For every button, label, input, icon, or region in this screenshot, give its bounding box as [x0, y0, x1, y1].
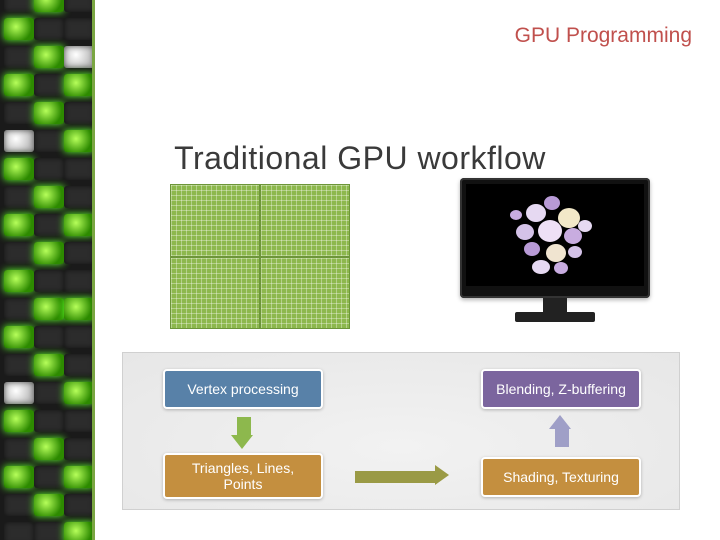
- box-label: Triangles, Lines, Points: [192, 460, 294, 492]
- core-block: [260, 257, 350, 330]
- box-vertex-processing: Vertex processing: [163, 369, 323, 409]
- slide: GPU Programming Traditional GPU workflow: [0, 0, 720, 540]
- monitor-base: [515, 312, 595, 322]
- core-block: [170, 257, 260, 330]
- arrow-up-icon: [553, 415, 571, 447]
- arrow-down-icon: [235, 417, 253, 449]
- box-blending-zbuffer: Blending, Z-buffering: [481, 369, 641, 409]
- box-shading-texturing: Shading, Texturing: [481, 457, 641, 497]
- box-label: Shading, Texturing: [503, 469, 619, 485]
- box-triangles-lines-points: Triangles, Lines, Points: [163, 453, 323, 499]
- slide-title: Traditional GPU workflow: [0, 140, 720, 177]
- accent-line: [92, 0, 95, 540]
- monitor-illustration: [460, 178, 650, 328]
- box-label: Blending, Z-buffering: [496, 381, 626, 397]
- page-header: GPU Programming: [515, 24, 692, 48]
- monitor-screen: [466, 184, 644, 286]
- core-block: [260, 184, 350, 257]
- left-decorative-strip: [0, 0, 92, 540]
- core-block: [170, 184, 260, 257]
- workflow-diagram: Vertex processing Triangles, Lines, Poin…: [122, 352, 680, 510]
- arrow-right-icon: [355, 469, 449, 485]
- gpu-cores-illustration: [170, 184, 350, 329]
- box-label: Vertex processing: [187, 381, 298, 397]
